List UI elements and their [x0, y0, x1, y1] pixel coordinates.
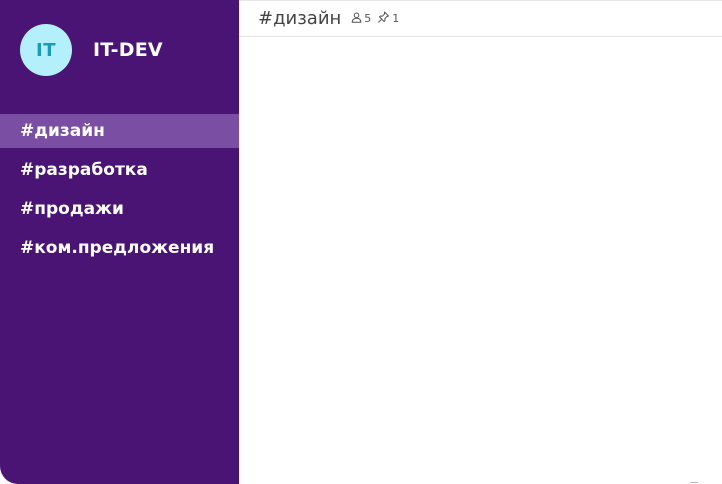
user-icon: [351, 12, 364, 26]
workspace-avatar-initials: IT: [36, 39, 56, 61]
channel-item-label: #дизайн: [20, 121, 105, 141]
pinned-count-value: 1: [392, 12, 400, 25]
channel-list: #дизайн #разработка #продажи #ком.предло…: [0, 114, 239, 270]
members-count[interactable]: 5: [351, 12, 371, 26]
workspace-header[interactable]: IT IT-DEV: [20, 24, 163, 76]
members-count-value: 5: [364, 12, 372, 25]
workspace-avatar[interactable]: IT: [20, 24, 72, 76]
channel-item-label: #ком.предложения: [20, 238, 215, 258]
app-window: IT IT-DEV #дизайн #разработка #продажи #…: [0, 0, 722, 484]
pin-icon: [377, 11, 392, 26]
channel-item-design[interactable]: #дизайн: [0, 114, 239, 148]
main-panel: #дизайн 5 1: [239, 0, 722, 484]
channel-item-label: #продажи: [20, 199, 124, 219]
sidebar: IT IT-DEV #дизайн #разработка #продажи #…: [0, 0, 239, 484]
channel-item-sales[interactable]: #продажи: [0, 192, 239, 226]
resize-handle: [690, 482, 698, 483]
channel-title: #дизайн: [258, 8, 342, 29]
workspace-name: IT-DEV: [93, 39, 163, 61]
channel-header: #дизайн 5 1: [239, 0, 722, 37]
channel-item-proposals[interactable]: #ком.предложения: [0, 231, 239, 265]
channel-meta: 5 1: [351, 11, 405, 26]
pinned-count[interactable]: 1: [377, 11, 399, 26]
channel-item-label: #разработка: [20, 160, 148, 180]
channel-item-development[interactable]: #разработка: [0, 153, 239, 187]
